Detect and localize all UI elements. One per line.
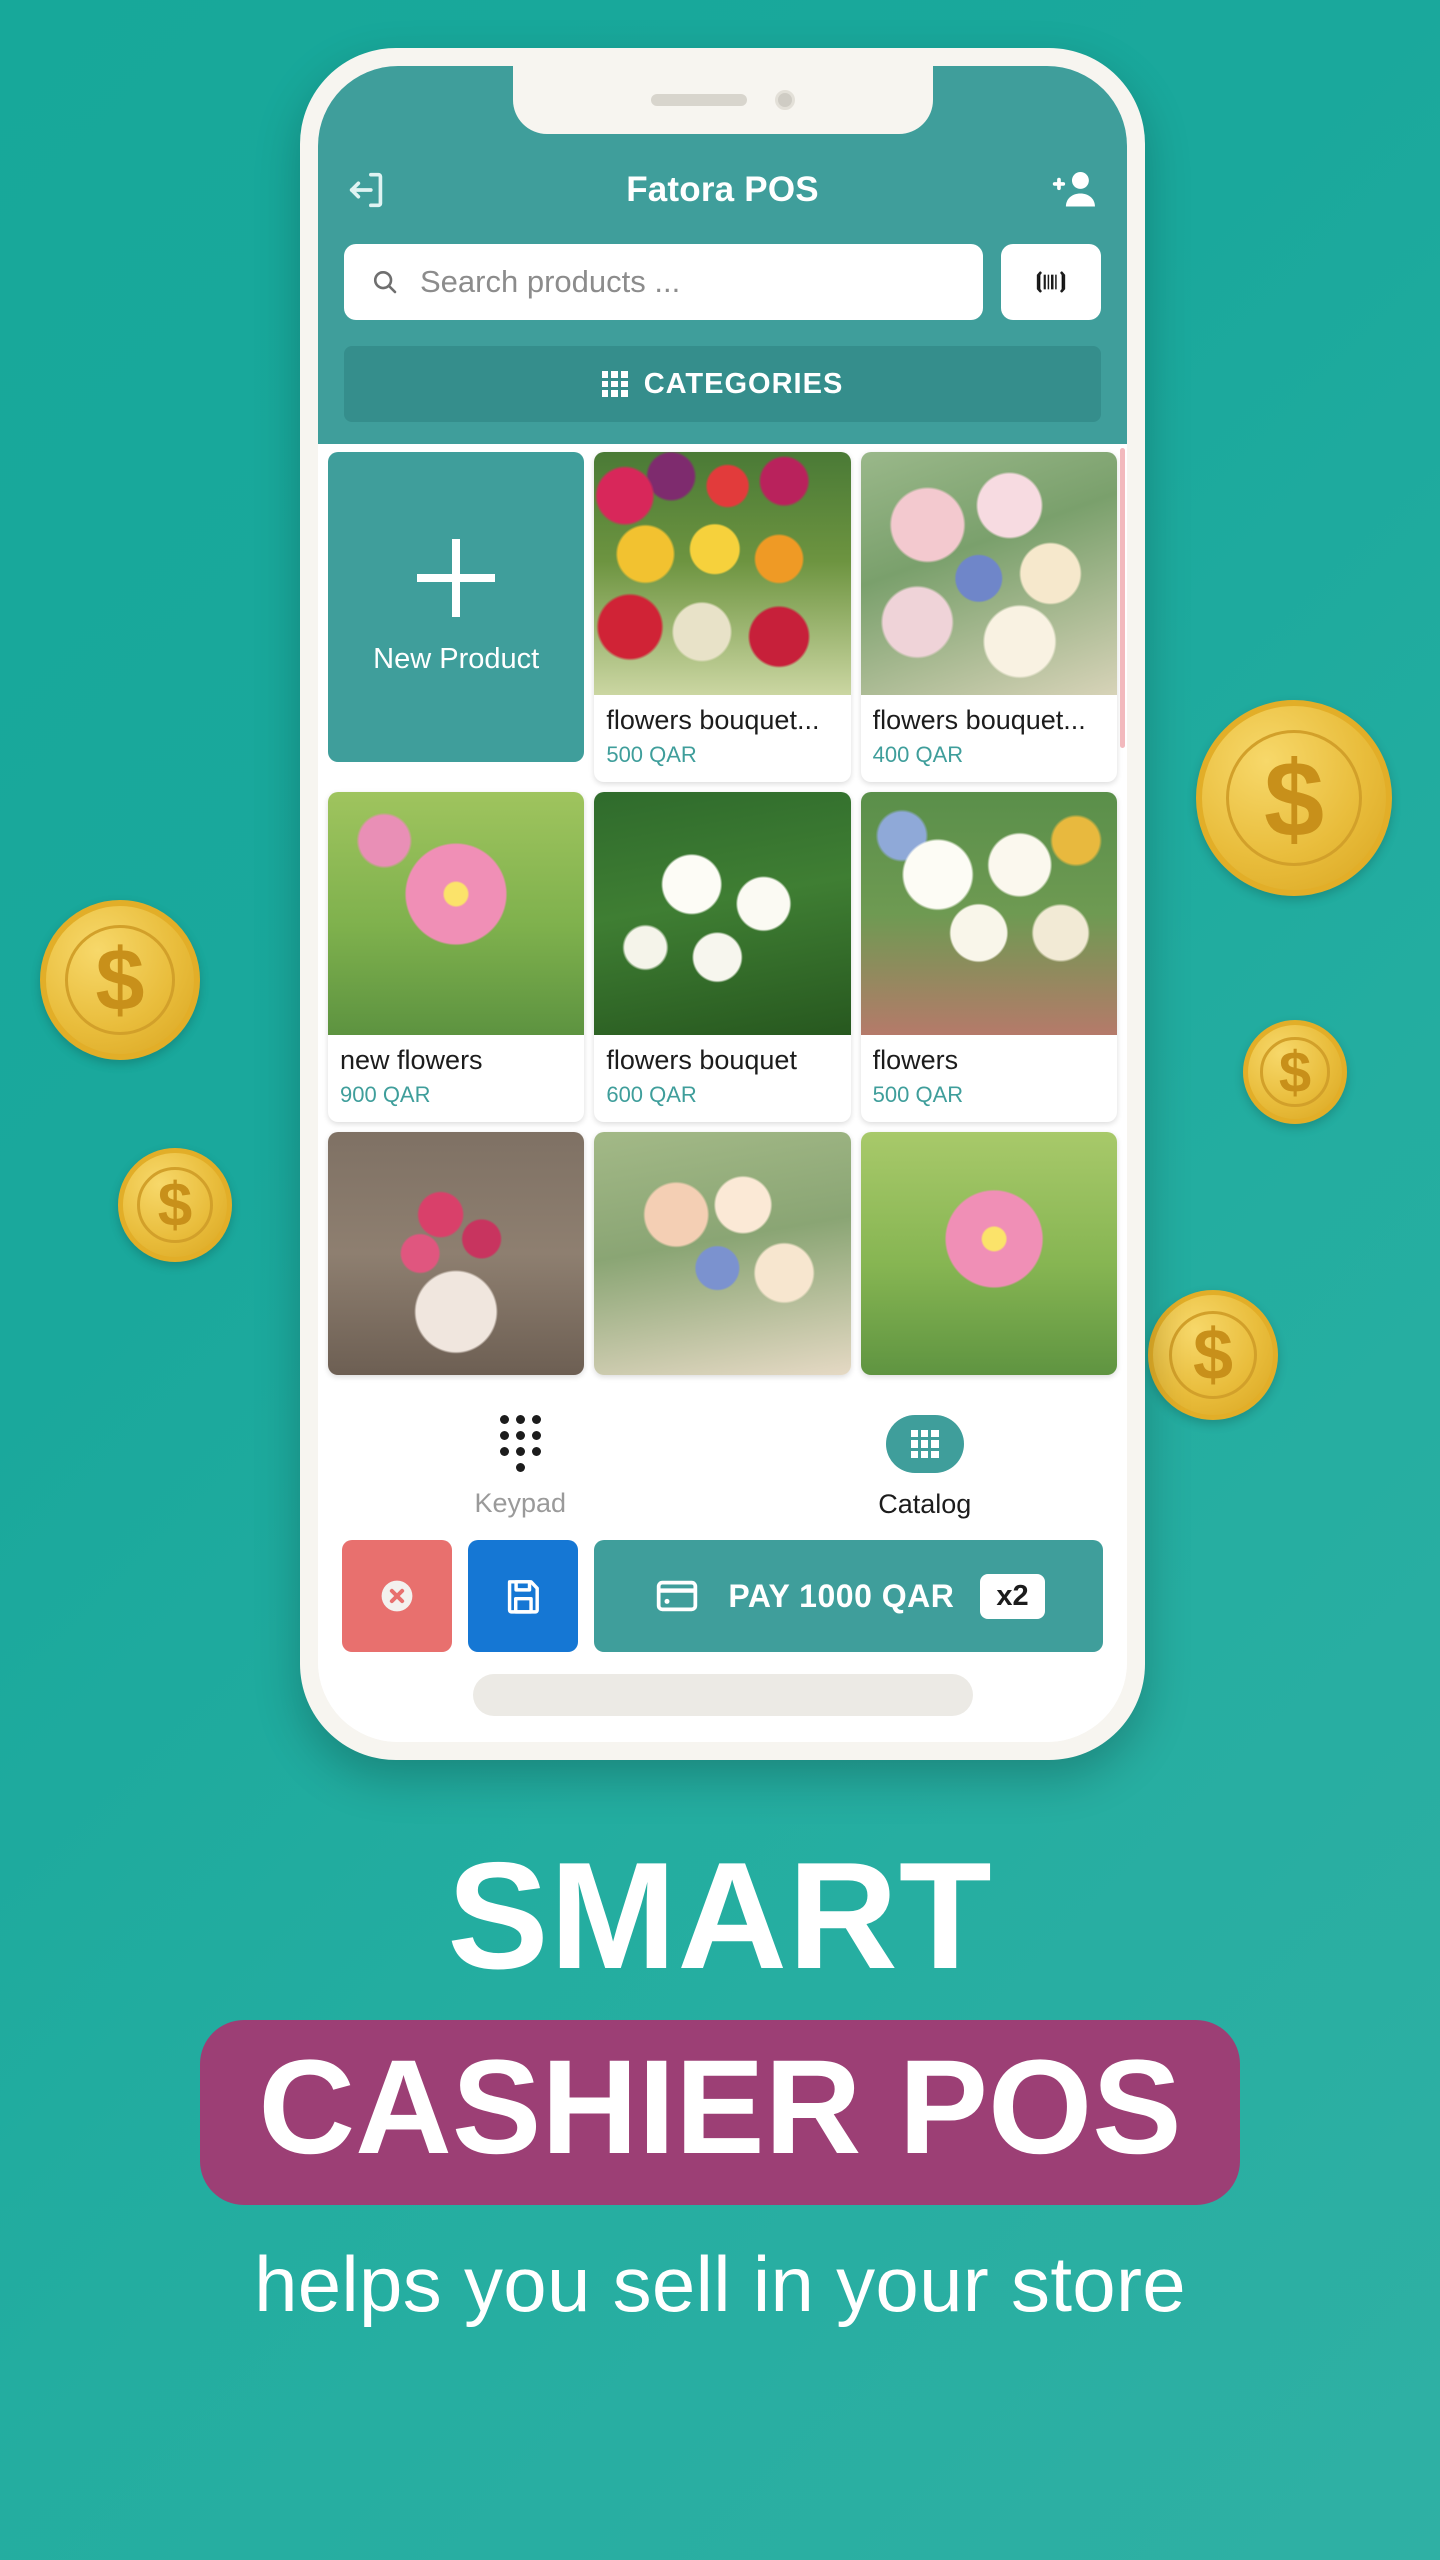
catalog-active-pill: [885, 1415, 964, 1473]
product-name: new flowers: [340, 1045, 483, 1075]
product-meta: flowers bouquet 600 QAR: [594, 1035, 850, 1122]
nav-item-keypad[interactable]: Keypad: [318, 1415, 723, 1520]
coin-symbol: $: [1263, 737, 1325, 859]
coin-inner-ring: $: [1168, 1310, 1258, 1400]
product-image: [594, 792, 851, 1035]
product-image: [328, 792, 585, 1035]
app-bar: Fatora POS: [344, 158, 1101, 222]
action-bar: PAY 1000 QAR x2: [318, 1534, 1127, 1652]
product-meta: flowers bouquet... 400 QAR: [861, 695, 1117, 782]
product-meta: flowers 500 QAR: [861, 1035, 1117, 1122]
add-user-icon: [1052, 172, 1095, 207]
save-button[interactable]: [468, 1540, 578, 1652]
headline-primary: SMART: [447, 1831, 993, 2001]
barcode-scan-icon: [1036, 271, 1066, 293]
product-card[interactable]: new flowers 900 QAR: [328, 792, 585, 1122]
coin-decoration: $: [1196, 700, 1392, 896]
product-image: [860, 1132, 1117, 1375]
coin-decoration: $: [118, 1148, 232, 1262]
front-camera-icon: [774, 90, 795, 110]
scrollbar[interactable]: [1120, 448, 1125, 748]
categories-button[interactable]: CATEGORIES: [344, 346, 1101, 422]
coin-symbol: $: [1278, 1039, 1312, 1105]
product-card[interactable]: [594, 1132, 851, 1375]
product-meta: flowers bouquet... 500 QAR: [594, 695, 850, 782]
product-card[interactable]: flowers 500 QAR: [860, 792, 1117, 1122]
product-price: 400 QAR: [872, 742, 964, 767]
logout-button[interactable]: [344, 167, 418, 213]
nav-label-catalog: Catalog: [878, 1489, 972, 1519]
cancel-circle-icon: [381, 1580, 413, 1612]
coin-decoration: $: [1148, 1290, 1278, 1420]
product-card[interactable]: flowers bouquet 600 QAR: [594, 792, 851, 1122]
search-icon: [373, 270, 397, 294]
new-product-button[interactable]: New Product: [328, 452, 585, 762]
product-card[interactable]: flowers bouquet... 400 QAR: [860, 452, 1117, 782]
product-image: [594, 452, 851, 695]
add-customer-button[interactable]: [1027, 164, 1101, 216]
phone-screen: Fatora POS Search products ... CATEGORIE…: [318, 66, 1127, 1742]
search-input[interactable]: Search products ...: [344, 244, 983, 320]
coin-inner-ring: $: [65, 925, 175, 1035]
pay-quantity-badge: x2: [980, 1573, 1045, 1619]
home-indicator: [472, 1674, 973, 1716]
product-price: 500 QAR: [606, 742, 697, 767]
speaker-grille-icon: [650, 94, 747, 106]
product-name: flowers bouquet...: [606, 705, 820, 735]
product-image: [594, 1132, 851, 1375]
coin-symbol: $: [157, 1170, 193, 1240]
cancel-button[interactable]: [342, 1540, 452, 1652]
search-placeholder-text: Search products ...: [420, 264, 681, 299]
product-price: 900 QAR: [340, 1082, 431, 1107]
product-card[interactable]: flowers bouquet... 500 QAR: [594, 452, 851, 782]
pay-label: PAY 1000 QAR: [728, 1577, 955, 1614]
new-product-label: New Product: [373, 642, 540, 675]
plus-icon: [417, 539, 495, 617]
nav-item-catalog[interactable]: Catalog: [723, 1415, 1128, 1520]
product-image: [860, 452, 1117, 695]
grid-icon: [601, 371, 628, 397]
credit-card-icon: [657, 1580, 698, 1612]
categories-label: CATEGORIES: [643, 367, 844, 400]
headline-secondary: CASHIER POS: [258, 2033, 1182, 2182]
coin-inner-ring: $: [1225, 729, 1363, 867]
keypad-icon: [499, 1415, 541, 1472]
save-floppy-icon: [507, 1580, 539, 1614]
headline-band: CASHIER POS: [200, 2020, 1240, 2205]
headline-subtitle: helps you sell in your store: [254, 2239, 1186, 2328]
bottom-navigation: Keypad Catalog: [318, 1397, 1127, 1534]
product-name: flowers bouquet...: [872, 705, 1086, 735]
coin-inner-ring: $: [1260, 1037, 1330, 1107]
product-name: flowers bouquet: [606, 1045, 797, 1075]
product-image: [328, 1132, 585, 1375]
product-price: 600 QAR: [606, 1082, 697, 1107]
product-price: 500 QAR: [872, 1082, 964, 1107]
coin-decoration: $: [40, 900, 200, 1060]
product-name: flowers: [872, 1045, 959, 1075]
coin-decoration: $: [1243, 1020, 1347, 1124]
barcode-scan-button[interactable]: [1001, 244, 1101, 320]
phone-mockup: Fatora POS Search products ... CATEGORIE…: [300, 48, 1145, 1760]
product-card[interactable]: [860, 1132, 1117, 1375]
grid-icon: [910, 1430, 939, 1458]
coin-symbol: $: [1192, 1314, 1234, 1395]
coin-inner-ring: $: [136, 1166, 214, 1244]
nav-label-keypad: Keypad: [474, 1488, 567, 1518]
product-grid-area[interactable]: New Product flowers bouquet... 500 QAR f…: [318, 444, 1127, 1397]
logout-icon: [349, 172, 383, 208]
marketing-block: SMART CASHIER POS helps you sell in your…: [0, 1840, 1440, 2330]
page-title: Fatora POS: [626, 170, 819, 209]
product-card[interactable]: [328, 1132, 585, 1375]
product-grid: New Product flowers bouquet... 500 QAR f…: [328, 452, 1117, 1375]
home-indicator-area: [318, 1652, 1127, 1742]
product-meta: new flowers 900 QAR: [328, 1035, 584, 1122]
pay-button[interactable]: PAY 1000 QAR x2: [594, 1540, 1103, 1652]
product-image: [860, 792, 1117, 1035]
coin-symbol: $: [95, 929, 145, 1029]
phone-notch: [512, 66, 933, 134]
header-spacer: [344, 422, 1101, 444]
search-row: Search products ...: [344, 222, 1101, 320]
